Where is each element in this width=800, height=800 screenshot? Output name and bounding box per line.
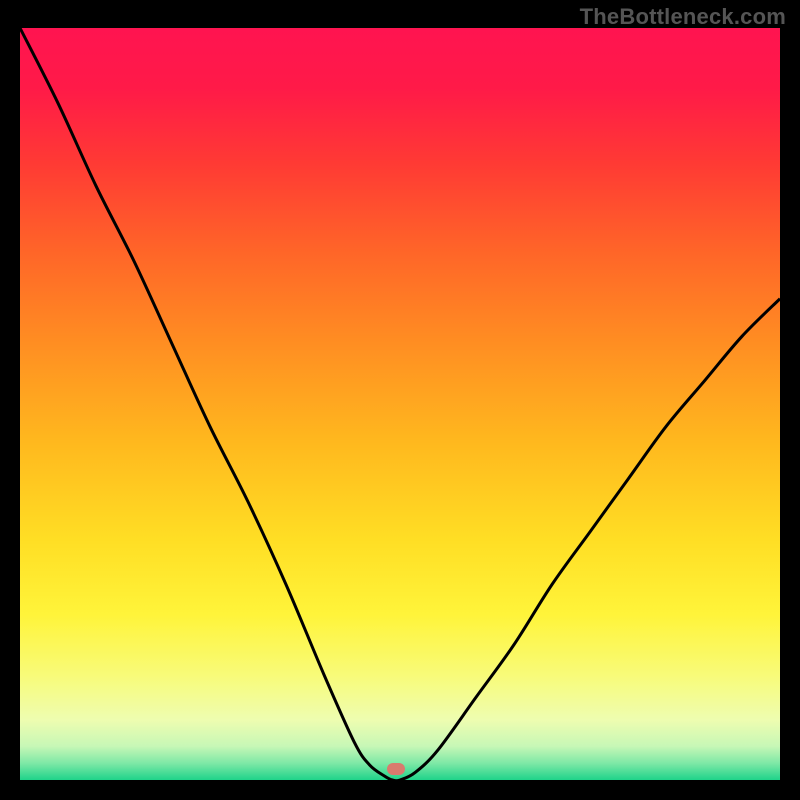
bottleneck-curve xyxy=(20,28,780,780)
chart-container: TheBottleneck.com xyxy=(0,0,800,800)
optimal-marker xyxy=(387,763,405,775)
watermark-text: TheBottleneck.com xyxy=(580,4,786,30)
plot-area xyxy=(20,28,780,780)
